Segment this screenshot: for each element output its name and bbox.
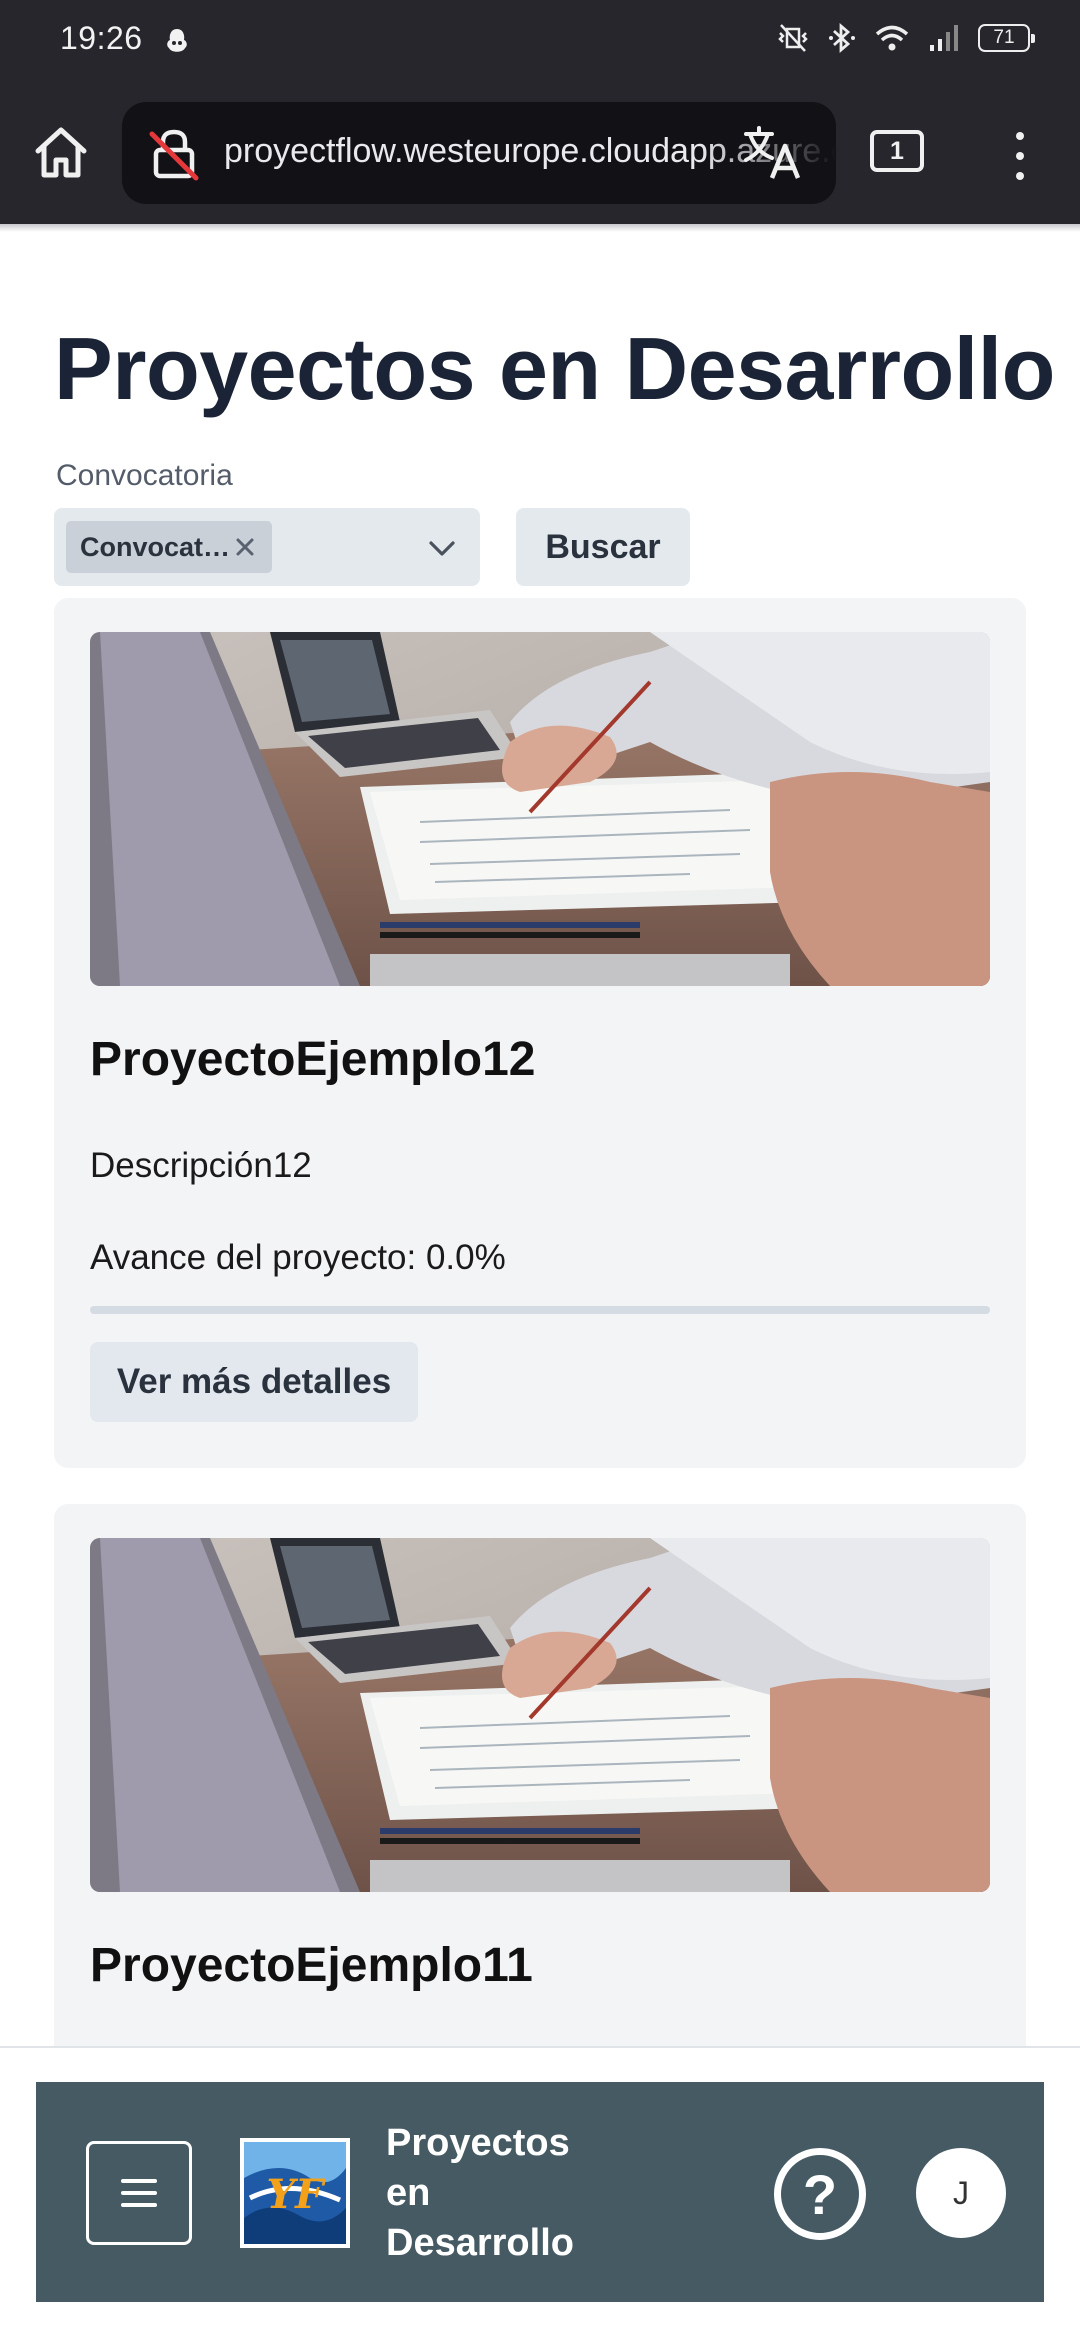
help-icon[interactable]: ? (774, 2148, 866, 2240)
convocatoria-select[interactable]: Convocat… (54, 508, 480, 586)
view-details-button[interactable]: Ver más detalles (90, 1342, 418, 1422)
home-button[interactable] (30, 122, 92, 184)
selected-chip: Convocat… (66, 521, 272, 573)
project-description: Descripción12 (90, 1146, 312, 1185)
chip-label: Convocat… (80, 531, 231, 562)
app-logo[interactable]: YF (240, 2138, 350, 2248)
translate-icon[interactable] (742, 122, 804, 184)
project-card: ProyectoEjemplo11 (54, 1504, 1026, 2064)
status-bar: 19:26 71 (0, 0, 1080, 82)
project-title: ProyectoEjemplo11 (90, 1939, 533, 1992)
tab-switcher-button[interactable]: 1 (870, 130, 924, 172)
more-vert-icon[interactable] (1000, 126, 1040, 186)
address-bar[interactable]: proyectflow.westeurope.cloudapp.azure.co… (122, 102, 836, 204)
signal-icon (930, 25, 958, 51)
mute-vibrate-icon (778, 24, 808, 52)
project-title: ProyectoEjemplo12 (90, 1033, 536, 1086)
project-image (90, 632, 990, 986)
bottom-bar-title: Proyectos en Desarrollo (386, 2122, 574, 2264)
chevron-down-icon[interactable] (426, 532, 458, 564)
status-time: 19:26 (60, 20, 143, 56)
home-icon (35, 127, 87, 178)
insecure-lock-icon[interactable] (146, 126, 202, 182)
svg-text:YF: YF (267, 2171, 327, 2218)
progress-bar (90, 1306, 990, 1314)
project-card: ProyectoEjemplo12 Descripción12 Avance d… (54, 598, 1026, 1468)
project-image (90, 1538, 990, 1892)
battery-icon: 71 (978, 24, 1035, 52)
toolbar-shadow (0, 224, 1080, 232)
page-title: Proyectos en Desarrollo (54, 319, 1055, 418)
bluetooth-icon (829, 22, 855, 54)
close-icon[interactable] (232, 534, 258, 560)
project-progress-text: Avance del proyecto: 0.0% (90, 1238, 506, 1277)
notification-icon (167, 29, 187, 52)
avatar[interactable]: J (916, 2148, 1006, 2238)
bottom-app-bar: YF Proyectos en Desarrollo ? J (36, 2082, 1044, 2302)
menu-icon[interactable] (86, 2141, 192, 2245)
wifi-icon (875, 25, 909, 51)
status-icons: 71 (776, 22, 1035, 54)
browser-toolbar: proyectflow.westeurope.cloudapp.azure.co… (0, 82, 1080, 224)
search-button[interactable]: Buscar (516, 508, 690, 586)
filter-label: Convocatoria (56, 459, 233, 492)
